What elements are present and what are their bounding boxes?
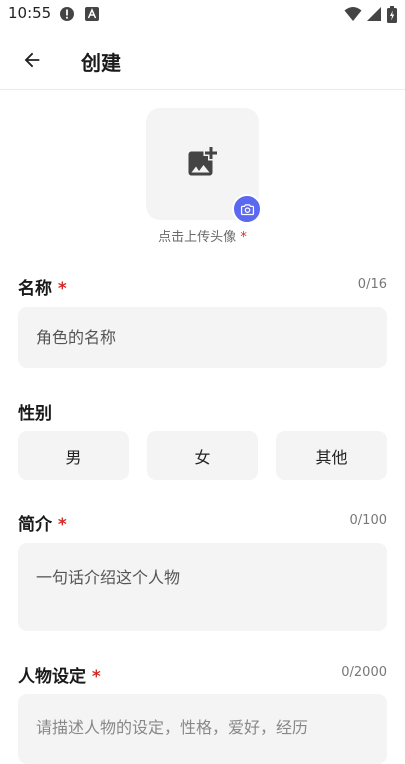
app-bar-divider	[0, 89, 405, 90]
persona-counter: 0/2000	[341, 665, 387, 680]
intro-counter: 0/100	[349, 513, 387, 528]
gender-label: 性别	[18, 404, 52, 424]
back-button[interactable]	[14, 42, 50, 78]
avatar-caption-text: 点击上传头像	[158, 230, 237, 245]
status-bar: 10:55	[0, 0, 405, 28]
intro-label: 简介 *	[18, 510, 67, 535]
persona-label: 人物设定 *	[18, 662, 101, 687]
intro-textarea[interactable]: 一句话介绍这个人物	[18, 543, 387, 631]
wifi-icon	[344, 6, 362, 26]
intro-placeholder: 一句话介绍这个人物	[36, 568, 181, 587]
gender-option-other[interactable]: 其他	[276, 431, 387, 480]
battery-icon	[387, 6, 397, 27]
a-icon	[85, 6, 99, 25]
required-mark: *	[91, 667, 101, 687]
name-placeholder: 角色的名称	[36, 328, 117, 347]
name-label-text: 名称	[18, 279, 52, 299]
required-mark: *	[240, 230, 247, 245]
persona-textarea[interactable]: 请描述人物的设定，性格，爱好，经历	[18, 694, 387, 764]
intro-label-text: 简介	[18, 515, 52, 535]
status-time: 10:55	[8, 4, 52, 22]
camera-badge[interactable]	[232, 194, 262, 224]
gender-option-male[interactable]: 男	[18, 431, 129, 480]
arrow-left-icon	[24, 52, 40, 68]
avatar-caption: 点击上传头像 *	[0, 226, 405, 245]
signal-icon	[366, 6, 382, 26]
page-title: 创建	[81, 51, 121, 75]
persona-label-text: 人物设定	[18, 667, 86, 687]
required-mark: *	[57, 279, 67, 299]
name-label: 名称 *	[18, 274, 67, 299]
name-counter: 0/16	[357, 277, 387, 292]
name-input[interactable]: 角色的名称	[18, 307, 387, 368]
alert-icon	[59, 6, 75, 26]
add-photo-icon	[184, 144, 220, 184]
camera-icon	[240, 203, 254, 215]
required-mark: *	[57, 515, 67, 535]
app-bar: 创建	[0, 28, 405, 90]
persona-placeholder: 请描述人物的设定，性格，爱好，经历	[36, 718, 309, 737]
gender-option-female[interactable]: 女	[147, 431, 258, 480]
